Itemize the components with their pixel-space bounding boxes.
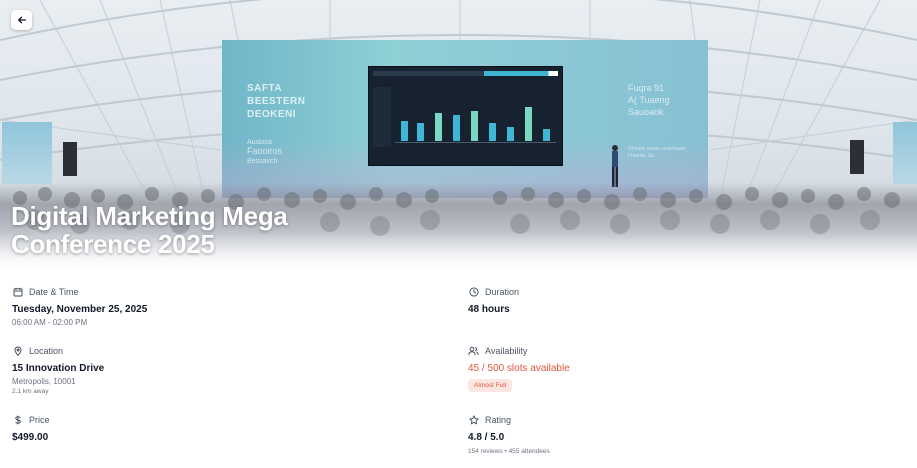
calendar-icon bbox=[12, 287, 23, 298]
duration-label: Duration bbox=[485, 287, 520, 297]
duration-value: 48 hours bbox=[468, 304, 510, 315]
users-icon bbox=[468, 346, 479, 357]
speaker-left bbox=[63, 142, 77, 176]
arrow-left-icon bbox=[17, 16, 26, 24]
monitor-bar bbox=[507, 127, 514, 141]
price-label: Price bbox=[29, 415, 50, 425]
monitor-bar bbox=[401, 121, 408, 141]
map-pin-icon bbox=[12, 346, 23, 357]
rating-reviews-attendees: 154 reviews • 455 attendees bbox=[468, 448, 550, 455]
location-address: 15 Innovation Drive bbox=[12, 363, 105, 374]
event-hero-image: SAFTA BEESTERN DEOKENI Ausbisa Faooiros Bess… bbox=[0, 0, 917, 272]
detail-location: Location 15 Innovation Drive Metropolis,… bbox=[12, 345, 432, 395]
rating-label: Rating bbox=[485, 415, 512, 425]
almost-full-badge: Almost Full bbox=[468, 379, 513, 392]
side-banner-right bbox=[893, 122, 917, 184]
price-value: $499.00 bbox=[12, 432, 49, 443]
availability-label: Availability bbox=[485, 346, 528, 356]
location-distance: 2.1 km away bbox=[12, 388, 49, 395]
stage-screen-subtext-right: Ghouss sieass auerhauss Ffearsie Sa bbox=[628, 146, 686, 159]
event-title: Digital Marketing Mega Conference 2025 bbox=[11, 201, 288, 259]
clock-icon bbox=[468, 287, 479, 298]
availability-slots: 45 / 500 slots available bbox=[468, 363, 570, 374]
time-range: 06:00 AM - 02:00 PM bbox=[12, 318, 88, 327]
monitor-bar bbox=[417, 123, 424, 141]
location-city: Metropolis, 10001 bbox=[12, 377, 76, 386]
presentation-monitor bbox=[368, 66, 563, 166]
monitor-bar bbox=[525, 107, 532, 141]
back-button[interactable] bbox=[11, 10, 32, 30]
monitor-bar bbox=[543, 129, 550, 141]
location-label: Location bbox=[29, 346, 64, 356]
stage-screen-text-left: SAFTA BEESTERN DEOKENI bbox=[247, 83, 306, 120]
stage-screen-subtext-left: Ausbisa Faooiros Bessavch bbox=[247, 139, 283, 165]
detail-duration: Duration 48 hours bbox=[468, 286, 888, 315]
monitor-bar bbox=[471, 111, 478, 141]
monitor-bar bbox=[435, 113, 442, 141]
date-time-label: Date & Time bbox=[29, 287, 79, 297]
side-banner-left bbox=[2, 122, 52, 184]
rating-value: 4.8 / 5.0 bbox=[468, 432, 505, 443]
speaker-right bbox=[850, 140, 864, 174]
star-icon bbox=[468, 415, 479, 426]
detail-date-time: Date & Time Tuesday, November 25, 2025 0… bbox=[12, 286, 432, 327]
monitor-bar bbox=[453, 115, 460, 141]
detail-rating: Rating 4.8 / 5.0 154 reviews • 455 atten… bbox=[468, 414, 888, 455]
detail-price: Price $499.00 bbox=[12, 414, 432, 443]
stage-screen-text-right: Fuqra 91 A( Tuaeng Sauoaok bbox=[628, 83, 670, 117]
dollar-icon bbox=[12, 415, 23, 426]
monitor-bar bbox=[489, 123, 496, 141]
detail-availability: Availability 45 / 500 slots available Al… bbox=[468, 345, 888, 392]
date-value: Tuesday, November 25, 2025 bbox=[12, 304, 148, 315]
